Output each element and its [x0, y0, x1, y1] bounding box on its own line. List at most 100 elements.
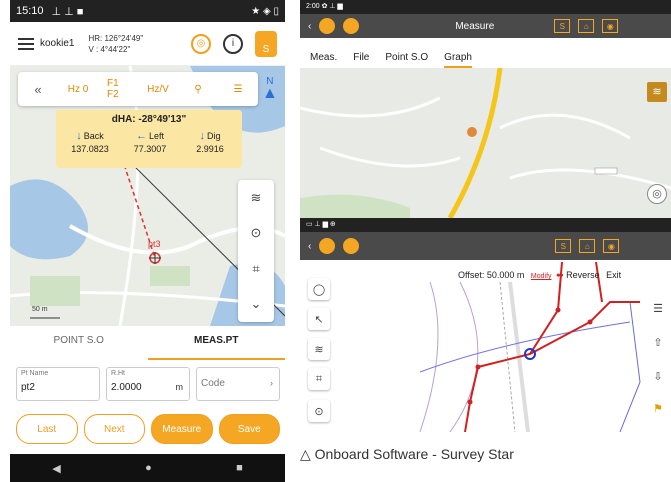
document-icon[interactable]: ☰: [227, 78, 249, 100]
arrow-icon: ⬅: [556, 270, 564, 280]
tablet-title: Measure: [455, 20, 495, 32]
layers-icon[interactable]: ≋: [251, 190, 262, 206]
north-arrow-icon[interactable]: N ▲: [262, 76, 278, 102]
rht-label: R.Ht: [111, 370, 125, 377]
save-button[interactable]: Save: [218, 414, 280, 444]
expand-down-icon[interactable]: ⌄: [251, 296, 262, 312]
cad-view[interactable]: [300, 261, 671, 432]
gps-icon[interactable]: ◎: [191, 33, 211, 54]
hz0-icon[interactable]: Hz 0: [67, 78, 89, 100]
camera-icon[interactable]: ◉: [603, 239, 620, 253]
reverse-button[interactable]: Reverse: [566, 270, 600, 280]
info-icon[interactable]: i: [223, 33, 243, 54]
menu-graph[interactable]: Graph: [444, 52, 472, 68]
list-icon[interactable]: ☰: [648, 298, 668, 318]
fit-view-icon[interactable]: ⌗: [308, 368, 330, 390]
back-icon[interactable]: ‹: [308, 241, 311, 252]
s-button[interactable]: S: [555, 239, 572, 253]
point-label: pt3: [148, 239, 161, 249]
hr-value: HR: 126°24'49": [88, 33, 144, 43]
menu-icon[interactable]: [18, 37, 34, 50]
tablet-map[interactable]: ≋ ◎: [300, 68, 671, 218]
ptname-field[interactable]: Pt Name pt2: [16, 367, 100, 401]
measure-fields: Pt Name pt2 R.Ht 2.0000 m Code ›: [16, 367, 280, 405]
fit-view-icon[interactable]: ⌗: [252, 261, 259, 277]
back-label: Back: [83, 131, 104, 141]
back-nav-icon[interactable]: ◀: [52, 462, 60, 475]
code-field[interactable]: Code ›: [196, 367, 280, 401]
menu-meas[interactable]: Meas.: [310, 52, 337, 68]
rht-field[interactable]: R.Ht 2.0000 m: [106, 367, 190, 401]
flag-icon[interactable]: ⚑: [648, 398, 668, 418]
home-icon[interactable]: ⌂: [578, 19, 595, 33]
dha-dig: ↓ Dig 2.9916: [180, 130, 240, 154]
dha-title: dHA: -28°49'13": [111, 114, 187, 125]
scale-bar-label: 50 m: [32, 306, 48, 313]
camera-icon[interactable]: ◉: [602, 19, 619, 33]
status-bar: 15:10 ⊥ ⊥ ■ ★ ◈ ▯: [10, 0, 285, 22]
measure-button[interactable]: Measure: [151, 414, 213, 444]
select-arrow-icon[interactable]: ↖: [308, 308, 330, 330]
arrow-left-icon: ←: [135, 130, 147, 142]
dig-label: Dig: [206, 131, 221, 141]
tab-meas-pt[interactable]: MEAS.PT: [147, 326, 285, 360]
app-header: kookie1 HR: 126°24'49" V : 4°44'22" ◎ i …: [10, 22, 285, 66]
collapse-icon[interactable]: «: [27, 78, 49, 100]
dha-left: ← Left 77.3007: [120, 130, 180, 154]
arrow-down-icon[interactable]: ⇩: [648, 366, 668, 386]
star-icon[interactable]: [319, 238, 336, 254]
database-icon[interactable]: [343, 18, 360, 34]
username: kookie1: [40, 38, 75, 49]
arrow-up-icon[interactable]: ⇧: [648, 332, 668, 352]
home-icon[interactable]: ⌂: [579, 239, 596, 253]
status-time: 15:10: [16, 5, 44, 17]
back-icon[interactable]: ‹: [308, 21, 311, 32]
tablet-title-bar: ‹ Measure S ⌂ ◉: [300, 14, 671, 38]
status-icons: ★ ◈ ▯: [251, 5, 279, 17]
avatar[interactable]: S: [255, 30, 277, 57]
north-arrow-glyph: ▲: [262, 85, 278, 102]
tablet-status-bar-2: ▭ ⊥ ▆ ⊕: [300, 218, 671, 232]
dig-value: 2.9916: [196, 144, 224, 154]
locate-icon[interactable]: ⊙: [251, 225, 262, 241]
arrow-down-icon: ↓: [76, 130, 82, 142]
tool-bar: « Hz 0 F1 F2 Hz/V ⚲ ☰: [18, 72, 258, 106]
map-side-toolbar: ≋ ⊙ ⌗ ⌄: [238, 180, 274, 322]
exit-button[interactable]: Exit: [606, 270, 621, 280]
home-nav-icon[interactable]: ●: [145, 462, 152, 474]
left-label: Left: [148, 131, 164, 141]
android-nav-bar: ◀ ● ■: [10, 454, 285, 482]
locate-icon[interactable]: ⊙: [308, 400, 330, 422]
tab-point-so[interactable]: POINT S.O: [10, 326, 148, 360]
code-placeholder: Code: [201, 378, 225, 389]
menu-point-so[interactable]: Point S.O: [385, 52, 428, 68]
f1f2-icon[interactable]: F1 F2: [107, 78, 129, 100]
recents-nav-icon[interactable]: ■: [236, 462, 243, 474]
database-icon[interactable]: [343, 238, 360, 254]
layers-icon[interactable]: ≋: [308, 338, 330, 360]
dha-back: ↓ Back 137.0823: [60, 130, 120, 154]
next-button[interactable]: Next: [83, 414, 145, 444]
modify-link[interactable]: Modify: [531, 273, 552, 280]
offset-bar: Offset: 50.000 m Modify ⬅ Reverse Exit: [458, 270, 621, 281]
tablet-title-bar-2: ‹ S ⌂ ◉: [300, 232, 671, 260]
star-icon[interactable]: [319, 18, 336, 34]
phone-screen: 15:10 ⊥ ⊥ ■ ★ ◈ ▯ kookie1 HR: 126°24'49"…: [10, 0, 285, 482]
hzv-icon[interactable]: Hz/V: [147, 78, 169, 100]
menu-file[interactable]: File: [353, 52, 369, 68]
tablet-screen: 2:00 ✿ ⊥ ▆ ‹ Measure S ⌂ ◉ Meas. File Po…: [300, 0, 671, 432]
ptname-label: Pt Name: [21, 370, 49, 377]
caption: △ Onboard Software - Survey Star: [300, 446, 514, 462]
cad-drawing: [419, 261, 641, 432]
ptname-value: pt2: [21, 382, 35, 393]
status-icons-left: ⊥ ⊥ ■: [51, 5, 84, 18]
cursor-tool-icon[interactable]: ◯: [308, 278, 330, 300]
tablet-menu: Meas. File Point S.O Graph: [300, 52, 671, 68]
angle-readout: HR: 126°24'49" V : 4°44'22": [88, 33, 143, 55]
target-icon[interactable]: ⚲: [187, 78, 209, 100]
s-button[interactable]: S: [554, 19, 571, 33]
locate-icon[interactable]: ◎: [647, 184, 667, 204]
layers-icon[interactable]: ≋: [647, 82, 667, 102]
tab-bar: POINT S.O MEAS.PT: [10, 326, 285, 360]
last-button[interactable]: Last: [16, 414, 78, 444]
